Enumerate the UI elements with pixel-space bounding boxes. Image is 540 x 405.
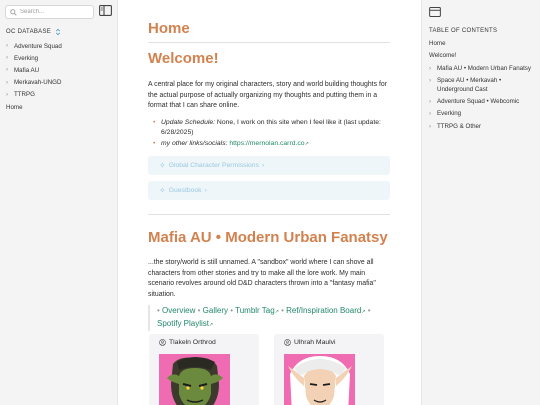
list-item: my other links/socials: https://mernolan… <box>148 139 390 150</box>
update-label: Update Schedule: <box>161 119 216 126</box>
diamond-icon: ✧ <box>159 186 166 195</box>
user-circle-icon <box>284 339 291 346</box>
user-circle-icon <box>159 339 166 346</box>
mafia-paragraph: ...the story/world is still unnamed. A "… <box>148 259 376 298</box>
sidebar-item-home[interactable]: Home <box>6 101 62 113</box>
toc-list: Home Welcome! › Mafia AU • Modern Urban F… <box>429 40 537 135</box>
external-link-icon: ↗ <box>304 140 309 147</box>
sidebar-item-ttrpg[interactable]: › TTRPG <box>6 89 62 101</box>
callout-permissions[interactable]: ✧ Global Character Permissions › <box>148 156 390 175</box>
external-link-icon: ↗ <box>361 309 366 315</box>
character-card[interactable]: Ulhrah Maulvi <box>274 334 384 405</box>
database-selector[interactable]: OC DATABASE <box>6 28 61 36</box>
sidebar-toggle-icon[interactable] <box>429 7 441 17</box>
links-label: my other links/socials: <box>161 139 228 147</box>
search-box[interactable] <box>5 5 94 19</box>
chevron-right-icon[interactable]: › <box>6 67 11 73</box>
toc-item-mafia-au[interactable]: › Mafia AU • Modern Urban Fanatsy <box>429 65 537 73</box>
sidebar-nav: › Adventure Squad › Everking › Mafia AU › Me… <box>6 40 62 113</box>
toc-item-everking[interactable]: › Everking <box>429 110 537 118</box>
toc-item-ttrpg[interactable]: › TTRPG & Other <box>429 123 537 131</box>
search-input[interactable] <box>20 9 90 15</box>
info-list: Update Schedule: None, I work on this si… <box>148 118 390 149</box>
character-portrait <box>159 354 230 405</box>
left-sidebar: OC DATABASE ›Adventure Squad ›Everking ›… <box>0 0 118 405</box>
chevron-right-icon[interactable]: › <box>429 123 434 131</box>
chevron-right-icon[interactable]: › <box>6 80 11 86</box>
database-label: OC DATABASE <box>6 29 52 35</box>
card-title: Ulhrah Maulvi <box>284 339 336 346</box>
external-link-icon: ↗ <box>209 322 214 328</box>
character-portrait <box>284 354 355 405</box>
gallery-link[interactable]: Gallery <box>203 306 228 315</box>
chevron-right-icon[interactable]: › <box>429 77 434 94</box>
toc-item-welcome[interactable]: Welcome! <box>429 52 537 60</box>
chevron-right-icon: › <box>204 187 207 194</box>
sidebar-item-mafia-au[interactable]: › Mafia AU <box>6 64 62 76</box>
spotify-link[interactable]: Spotify Playlist <box>157 319 209 328</box>
toc-item-home[interactable]: Home <box>429 40 537 48</box>
list-item: Update Schedule: None, I work on this si… <box>148 118 390 139</box>
right-sidebar: TABLE OF CONTENTS Home Welcome! › Mafia A… <box>421 0 540 405</box>
chevron-right-icon[interactable]: › <box>429 65 434 73</box>
chevron-right-icon: › <box>261 162 265 169</box>
overview-link[interactable]: Overview <box>162 306 195 315</box>
intro-paragraph: A central place for my original characte… <box>148 81 387 110</box>
toc-item-space-au[interactable]: › Space AU • Merkavah • Underground Cast <box>429 77 537 94</box>
card-title: Tlakeln Orthrod <box>159 339 216 346</box>
chevron-right-icon[interactable]: › <box>6 55 11 61</box>
sidebar-item-adventure-squad[interactable]: › Adventure Squad <box>6 40 62 52</box>
character-name: Tlakeln Orthrod <box>169 339 216 346</box>
character-card[interactable]: Tlakeln Orthrod <box>149 334 259 405</box>
chevron-right-icon[interactable]: › <box>6 43 11 49</box>
chevron-right-icon[interactable]: › <box>6 92 11 98</box>
divider <box>148 42 390 43</box>
toc-item-adventure-squad[interactable]: › Adventure Squad • Webcomic <box>429 98 537 106</box>
mafia-links: • Overview • Gallery • Tumblr Tag↗ • Ref… <box>148 305 390 331</box>
up-down-chevron-icon <box>55 28 61 36</box>
ref-board-link[interactable]: Ref/Inspiration Board <box>286 306 361 315</box>
callout-guestbook[interactable]: ✧ Guestbook › <box>148 181 390 200</box>
sidebar-item-merkavah-ungd[interactable]: › Merkavah-UNGD <box>6 77 62 89</box>
chevron-right-icon[interactable]: › <box>429 98 434 106</box>
character-illustration <box>288 356 352 405</box>
links-url[interactable]: https://mernolan.carrd.co <box>229 140 304 147</box>
divider <box>148 214 390 215</box>
tumblr-link[interactable]: Tumblr Tag <box>235 306 275 315</box>
character-illustration <box>167 357 223 405</box>
sidebar-item-everking[interactable]: › Everking <box>6 52 62 64</box>
diamond-icon: ✧ <box>159 161 166 170</box>
toc-title: TABLE OF CONTENTS <box>429 28 498 34</box>
page-title: Home <box>148 20 190 37</box>
external-link-icon: ↗ <box>274 309 279 315</box>
sidebar-toggle-icon[interactable] <box>99 5 112 16</box>
search-icon <box>10 8 17 16</box>
chevron-right-icon[interactable]: › <box>429 110 434 118</box>
welcome-heading: Welcome! <box>148 50 219 67</box>
character-name: Ulhrah Maulvi <box>294 339 336 346</box>
mafia-heading: Mafia AU • Modern Urban Fanatsy <box>148 229 388 246</box>
